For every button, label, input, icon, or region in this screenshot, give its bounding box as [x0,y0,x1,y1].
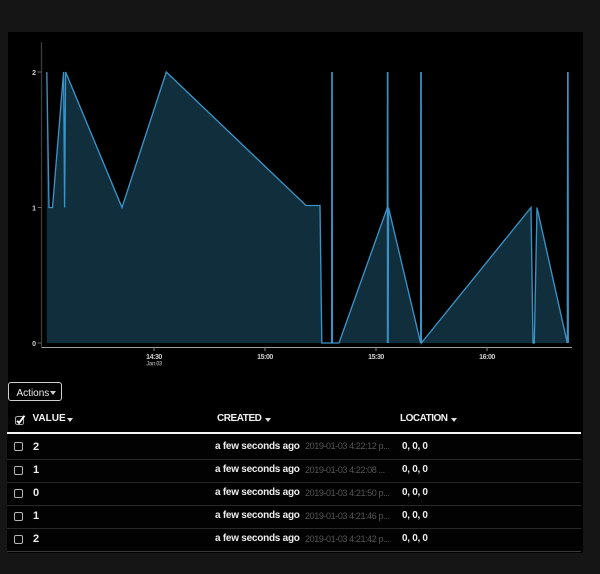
svg-text:1: 1 [32,206,36,213]
svg-text:Jan 03: Jan 03 [146,362,163,368]
svg-text:14:30: 14:30 [146,354,162,361]
svg-text:15:00: 15:00 [257,354,273,361]
svg-text:15:30: 15:30 [368,354,384,361]
svg-text:2: 2 [32,70,36,77]
svg-text:16:00: 16:00 [479,354,495,361]
svg-text:0: 0 [32,341,36,348]
